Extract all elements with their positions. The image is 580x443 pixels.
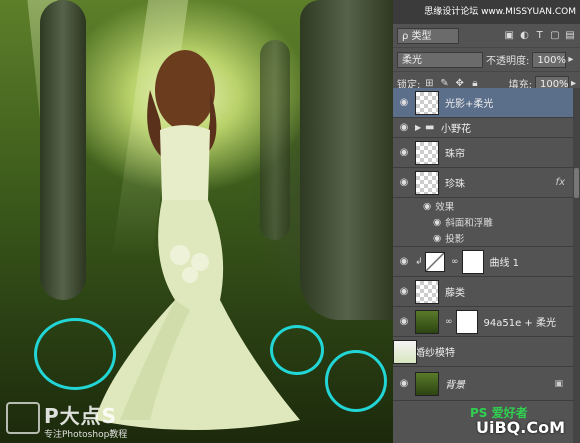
link-icon: ∞ bbox=[451, 256, 459, 267]
watermark-subtitle: 专注Photoshop教程 bbox=[44, 430, 128, 440]
layer-row[interactable]: ◉ 光影+柔光 bbox=[393, 88, 573, 118]
layer-name: 珠帘 bbox=[445, 149, 465, 160]
layer-list: ◉ 光影+柔光 ◉ ▶ ▬ 小野花 ◉ 珠帘 ◉ 珍珠 fx ◉ 效果 ◉ 斜面… bbox=[393, 88, 573, 401]
eye-icon[interactable]: ◉ bbox=[393, 316, 415, 327]
effect-item[interactable]: ◉ 投影 bbox=[393, 230, 573, 247]
layer-name: 背景 bbox=[445, 380, 465, 391]
watermark-logo: P大点S bbox=[44, 404, 118, 428]
layer-name: 光影+柔光 bbox=[445, 99, 494, 110]
blend-mode-select[interactable]: 柔光 bbox=[397, 51, 483, 68]
lock-icon: ▣ bbox=[554, 378, 563, 389]
site-header: 思缘设计论坛 www.MISSYUAN.COM bbox=[393, 0, 580, 24]
layer-mask-thumbnail[interactable] bbox=[461, 249, 484, 274]
effect-item[interactable]: ◉ 斜面和浮雕 bbox=[393, 214, 573, 230]
eye-icon[interactable]: ◉ bbox=[393, 122, 415, 133]
layers-panel: 思缘设计论坛 www.MISSYUAN.COM ρ 类型 ▣ ◐ T ▢ ▤ 柔… bbox=[393, 0, 580, 443]
effects-label: 效果 bbox=[435, 202, 455, 213]
eye-icon[interactable]: ◉ bbox=[393, 256, 415, 267]
scrollbar-thumb[interactable] bbox=[574, 168, 579, 198]
layer-thumbnail bbox=[415, 170, 439, 195]
layer-thumbnail bbox=[393, 339, 417, 364]
blend-row: 柔光 不透明度: 100% ▸ bbox=[393, 48, 580, 72]
smart-filter-icon[interactable]: ▤ bbox=[564, 30, 576, 41]
opacity-label: 不透明度: bbox=[486, 56, 530, 67]
link-icon: ∞ bbox=[445, 316, 453, 327]
layer-name: 珍珠 bbox=[445, 179, 465, 190]
layer-name: 藤类 bbox=[445, 288, 465, 299]
shape-filter-icon[interactable]: ▢ bbox=[549, 30, 561, 41]
fx-icon[interactable]: fx bbox=[556, 177, 565, 188]
image-filter-icon[interactable]: ▣ bbox=[503, 30, 515, 41]
highlight-circle bbox=[34, 318, 116, 390]
highlight-circle bbox=[270, 325, 324, 375]
layer-thumbnail bbox=[415, 371, 439, 396]
effects-row[interactable]: ◉ 效果 bbox=[393, 198, 573, 214]
layer-name: 曲线 1 bbox=[489, 258, 520, 269]
filter-icons: ▣ ◐ T ▢ ▤ bbox=[503, 30, 576, 41]
text-filter-icon[interactable]: T bbox=[534, 30, 546, 41]
eye-icon[interactable]: ◉ bbox=[433, 217, 441, 228]
eye-icon[interactable]: ◉ bbox=[393, 378, 415, 389]
adjust-filter-icon[interactable]: ◐ bbox=[518, 30, 530, 41]
layer-group-row[interactable]: ◉ ▶ ▬ 小野花 bbox=[393, 118, 573, 138]
eye-icon[interactable]: ◉ bbox=[423, 201, 431, 212]
layer-row[interactable]: ◉ ↲ ∞ 曲线 1 bbox=[393, 247, 573, 277]
eye-icon[interactable]: ◉ bbox=[433, 233, 441, 244]
filter-row: ρ 类型 ▣ ◐ T ▢ ▤ bbox=[393, 24, 580, 48]
layer-thumbnail bbox=[415, 309, 439, 334]
effect-name: 斜面和浮雕 bbox=[445, 218, 493, 229]
kind-filter-select[interactable]: ρ 类型 bbox=[397, 27, 459, 44]
eye-icon[interactable]: ◉ bbox=[393, 286, 415, 297]
chevron-down-icon[interactable]: ▸ bbox=[568, 54, 573, 65]
highlight-circle bbox=[325, 350, 387, 412]
layer-mask-thumbnail[interactable] bbox=[455, 309, 478, 334]
eye-icon[interactable]: ◉ bbox=[393, 97, 415, 108]
layer-row[interactable]: ◉ 背景 ▣ bbox=[393, 367, 573, 401]
layer-name: 婚纱模特 bbox=[415, 348, 455, 359]
layer-thumbnail bbox=[415, 90, 439, 115]
folder-icon: ▬ bbox=[425, 122, 435, 133]
watermark: P大点S 专注Photoshop教程 bbox=[6, 400, 127, 440]
eye-icon[interactable]: ◉ bbox=[393, 177, 415, 188]
opacity-input[interactable]: 100% bbox=[532, 51, 567, 68]
image-canvas[interactable]: P大点S 专注Photoshop教程 bbox=[0, 0, 393, 443]
logo-icon bbox=[6, 402, 40, 434]
clip-icon: ↲ bbox=[415, 256, 423, 267]
effect-name: 投影 bbox=[445, 234, 465, 245]
layer-row[interactable]: ◉ 藤类 bbox=[393, 277, 573, 307]
scrollbar[interactable] bbox=[573, 88, 580, 443]
layer-row[interactable]: ◉ 珠帘 bbox=[393, 138, 573, 168]
eye-icon[interactable]: ◉ bbox=[393, 147, 415, 158]
layer-name: 94a51e + 柔光 bbox=[483, 318, 556, 329]
site-watermark: UiBQ.CoM bbox=[476, 418, 566, 437]
layer-row[interactable]: ◉ 珍珠 fx bbox=[393, 168, 573, 198]
layer-row[interactable]: ◉ ∞ 94a51e + 柔光 bbox=[393, 307, 573, 337]
layer-row[interactable]: ◉ 婚纱模特 bbox=[393, 337, 573, 367]
curves-icon bbox=[425, 251, 445, 272]
layer-thumbnail bbox=[415, 279, 439, 304]
chevron-right-icon[interactable]: ▶ bbox=[415, 123, 425, 132]
layer-thumbnail bbox=[415, 140, 439, 165]
layer-name: 小野花 bbox=[441, 124, 471, 135]
